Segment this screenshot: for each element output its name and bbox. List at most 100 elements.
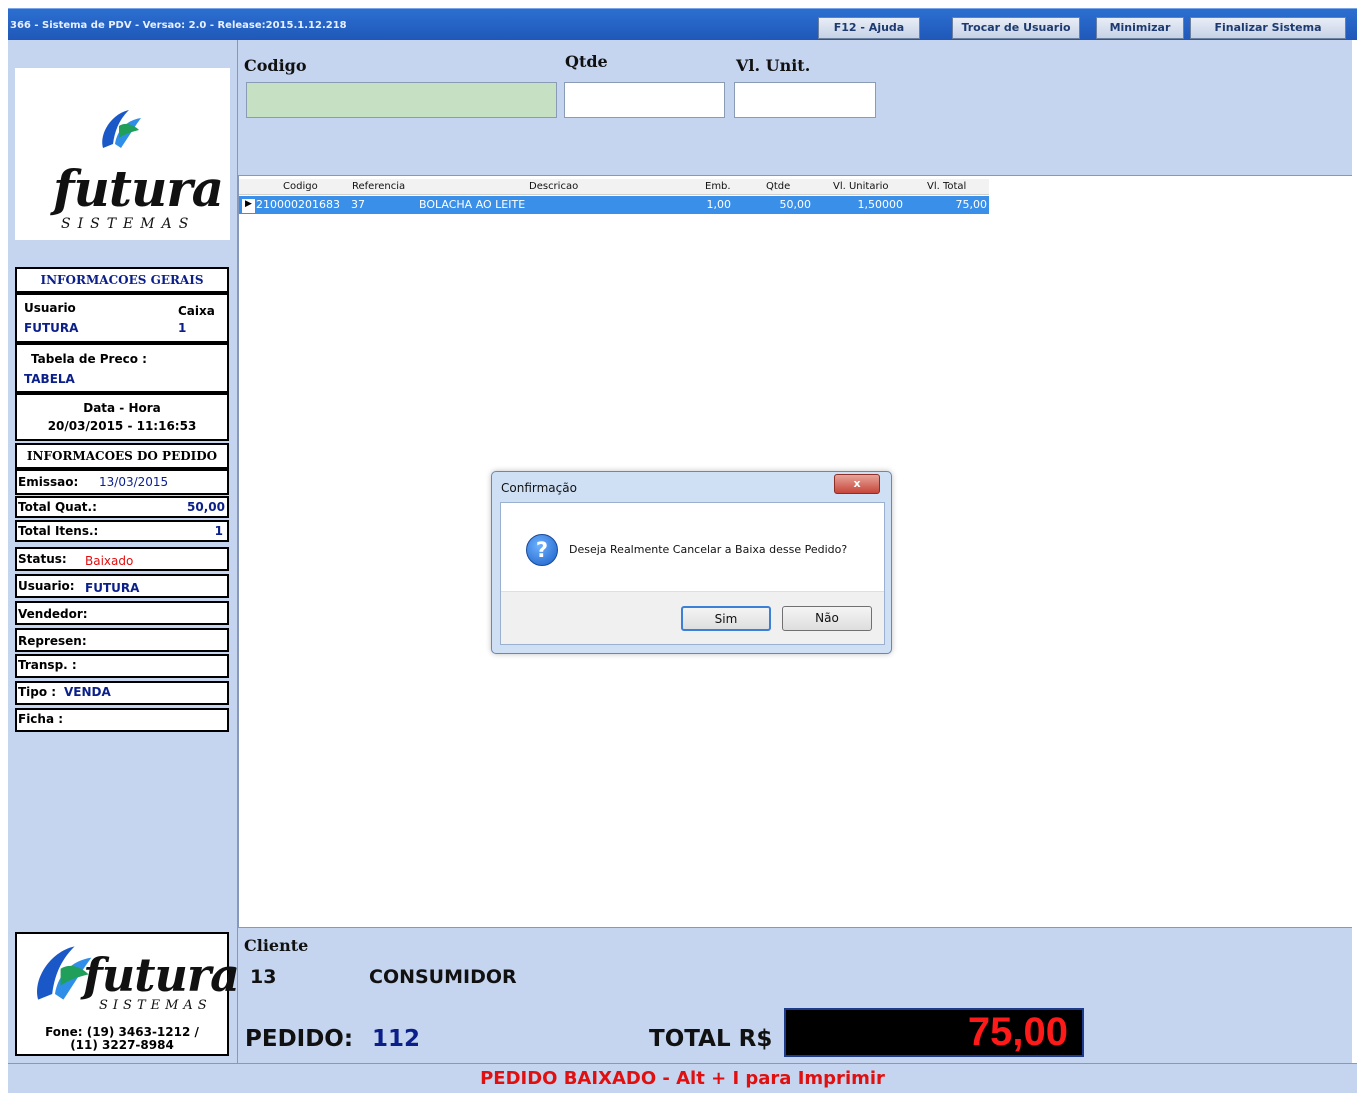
- price-table-box: Tabela de Preco : TABELA: [15, 343, 229, 393]
- codigo-input[interactable]: [246, 82, 557, 118]
- phone-line-2: (11) 3227-8984: [70, 1038, 174, 1052]
- pdv-window: 366 - Sistema de PDV - Versao: 2.0 - Rel…: [0, 0, 1357, 1093]
- col-referencia[interactable]: Referencia: [352, 181, 405, 192]
- logo-wordmark: futura: [53, 159, 224, 218]
- total-itens-value: 1: [214, 524, 223, 538]
- status-bar: PEDIDO BAIXADO - Alt + I para Imprimir: [8, 1063, 1357, 1093]
- ficha-label: Ficha :: [18, 712, 64, 726]
- minimize-button[interactable]: Minimizar: [1096, 17, 1184, 39]
- logo-tagline: SISTEMAS: [61, 216, 196, 232]
- usuario-value: FUTURA: [85, 581, 140, 595]
- caixa-label: Caixa: [178, 304, 215, 318]
- col-qtde[interactable]: Qtde: [766, 181, 790, 192]
- user-caixa-box: Usuario FUTURA Caixa 1: [15, 293, 229, 343]
- total-quat-value: 50,00: [187, 500, 225, 514]
- close-icon[interactable]: x: [834, 474, 880, 494]
- cell-referencia: 37: [351, 198, 365, 211]
- price-table-label: Tabela de Preco :: [31, 352, 147, 366]
- cell-codigo: 210000201683: [256, 198, 340, 211]
- question-icon: ?: [526, 534, 558, 566]
- cliente-label: Cliente: [244, 936, 309, 955]
- yes-button[interactable]: Sim: [681, 606, 771, 631]
- col-vl-unitario[interactable]: Vl. Unitario: [833, 181, 888, 192]
- phone-info: Fone: (19) 3463-1212 / (11) 3227-8984: [17, 1026, 227, 1052]
- order-info-title: INFORMACOES DO PEDIDO: [26, 449, 218, 463]
- left-info-panel: futura SISTEMAS INFORMACOES GERAIS Usuar…: [8, 40, 240, 1063]
- grid-header: Codigo Referencia Descricao Emb. Qtde Vl…: [239, 179, 989, 195]
- total-display: 75,00: [784, 1008, 1084, 1057]
- total-quat-label: Total Quat.:: [18, 500, 97, 514]
- emissao-row: Emissao: 13/03/2015: [15, 469, 229, 495]
- vl-unit-label: Vl. Unit.: [736, 56, 811, 75]
- row-pointer-icon: ▶: [242, 199, 255, 213]
- ficha-row: Ficha :: [15, 708, 229, 732]
- pedido-value: 112: [372, 1026, 421, 1052]
- qtde-input[interactable]: [564, 82, 725, 118]
- total-label: TOTAL R$: [649, 1026, 773, 1052]
- help-button[interactable]: F12 - Ajuda: [818, 17, 920, 39]
- exit-system-button[interactable]: Finalizar Sistema: [1190, 17, 1346, 39]
- total-itens-label: Total Itens.:: [18, 524, 99, 538]
- company-logo: futura SISTEMAS: [15, 68, 230, 240]
- logo-tagline-bottom: SISTEMAS: [99, 998, 212, 1013]
- futura-logo-icon: [102, 110, 141, 148]
- company-logo-bottom: futura SISTEMAS Fone: (19) 3463-1212 / (…: [15, 932, 240, 1056]
- col-codigo[interactable]: Codigo: [283, 181, 318, 192]
- no-button[interactable]: Não: [782, 606, 872, 631]
- cell-vl-total: 75,00: [955, 198, 988, 211]
- dialog-footer: Sim Não: [501, 591, 884, 644]
- tipo-row: Tipo : VENDA: [15, 681, 229, 705]
- col-emb[interactable]: Emb.: [705, 181, 731, 192]
- cell-emb: 1,00: [706, 198, 732, 211]
- col-descricao[interactable]: Descricao: [529, 181, 578, 192]
- usuario-row: Usuario: FUTURA: [15, 574, 229, 598]
- status-row: Status: Baixado: [15, 547, 229, 571]
- transp-label: Transp. :: [18, 658, 77, 672]
- usuario-label: Usuario:: [18, 579, 75, 593]
- cell-descricao: BOLACHA AO LEITE: [419, 198, 526, 211]
- represen-label: Represen:: [18, 634, 87, 648]
- emissao-value: 13/03/2015: [99, 475, 169, 489]
- logo-wordmark-bottom: futura: [83, 948, 240, 1002]
- switch-user-button[interactable]: Trocar de Usuario: [952, 17, 1080, 39]
- datetime-value: 20/03/2015 - 11:16:53: [47, 419, 197, 433]
- transp-row: Transp. :: [15, 654, 229, 678]
- total-value: 75,00: [967, 1010, 1068, 1054]
- cliente-name: CONSUMIDOR: [369, 966, 517, 988]
- price-table-value: TABELA: [24, 372, 75, 386]
- dialog-title: Confirmação: [501, 481, 577, 495]
- confirm-dialog: Confirmação x ? Deseja Realmente Cancela…: [491, 471, 892, 654]
- emissao-label: Emissao:: [18, 475, 79, 489]
- status-label: Status:: [18, 552, 67, 566]
- datetime-label: Data - Hora: [83, 401, 161, 415]
- general-info-title: INFORMACOES GERAIS: [40, 273, 204, 287]
- total-quat-row: Total Quat.: 50,00: [15, 496, 229, 518]
- general-info-header: INFORMACOES GERAIS: [15, 267, 229, 293]
- window-title: 366 - Sistema de PDV - Versao: 2.0 - Rel…: [10, 20, 347, 31]
- table-row[interactable]: ▶ 210000201683 37 BOLACHA AO LEITE 1,00 …: [239, 196, 989, 214]
- order-info-header: INFORMACOES DO PEDIDO: [15, 443, 229, 469]
- tipo-label: Tipo :: [18, 685, 57, 699]
- tipo-value: VENDA: [64, 685, 111, 699]
- user-value: FUTURA: [24, 321, 79, 335]
- codigo-label: Codigo: [244, 56, 307, 75]
- cell-vl-unitario: 1,50000: [857, 198, 904, 211]
- represen-row: Represen:: [15, 628, 229, 652]
- vendedor-label: Vendedor:: [18, 607, 88, 621]
- dialog-message: Deseja Realmente Cancelar a Baixa desse …: [569, 543, 848, 556]
- pedido-label: PEDIDO:: [245, 1026, 354, 1052]
- cliente-code: 13: [250, 966, 277, 988]
- title-bar: 366 - Sistema de PDV - Versao: 2.0 - Rel…: [8, 8, 1357, 40]
- qtde-label: Qtde: [565, 52, 608, 71]
- user-label: Usuario: [24, 301, 76, 315]
- status-value: Baixado: [85, 554, 134, 568]
- vl-unit-input[interactable]: [734, 82, 876, 118]
- col-vl-total[interactable]: Vl. Total: [927, 181, 966, 192]
- item-entry-area: Codigo Qtde Vl. Unit.: [238, 40, 1352, 175]
- datetime-box: Data - Hora 20/03/2015 - 11:16:53: [15, 393, 229, 441]
- dialog-body: ? Deseja Realmente Cancelar a Baixa dess…: [500, 502, 885, 645]
- total-itens-row: Total Itens.: 1: [15, 520, 229, 542]
- order-summary-area: Cliente 13 CONSUMIDOR PEDIDO: 112 TOTAL …: [238, 927, 1352, 1063]
- vendedor-row: Vendedor:: [15, 601, 229, 625]
- cell-qtde: 50,00: [779, 198, 812, 211]
